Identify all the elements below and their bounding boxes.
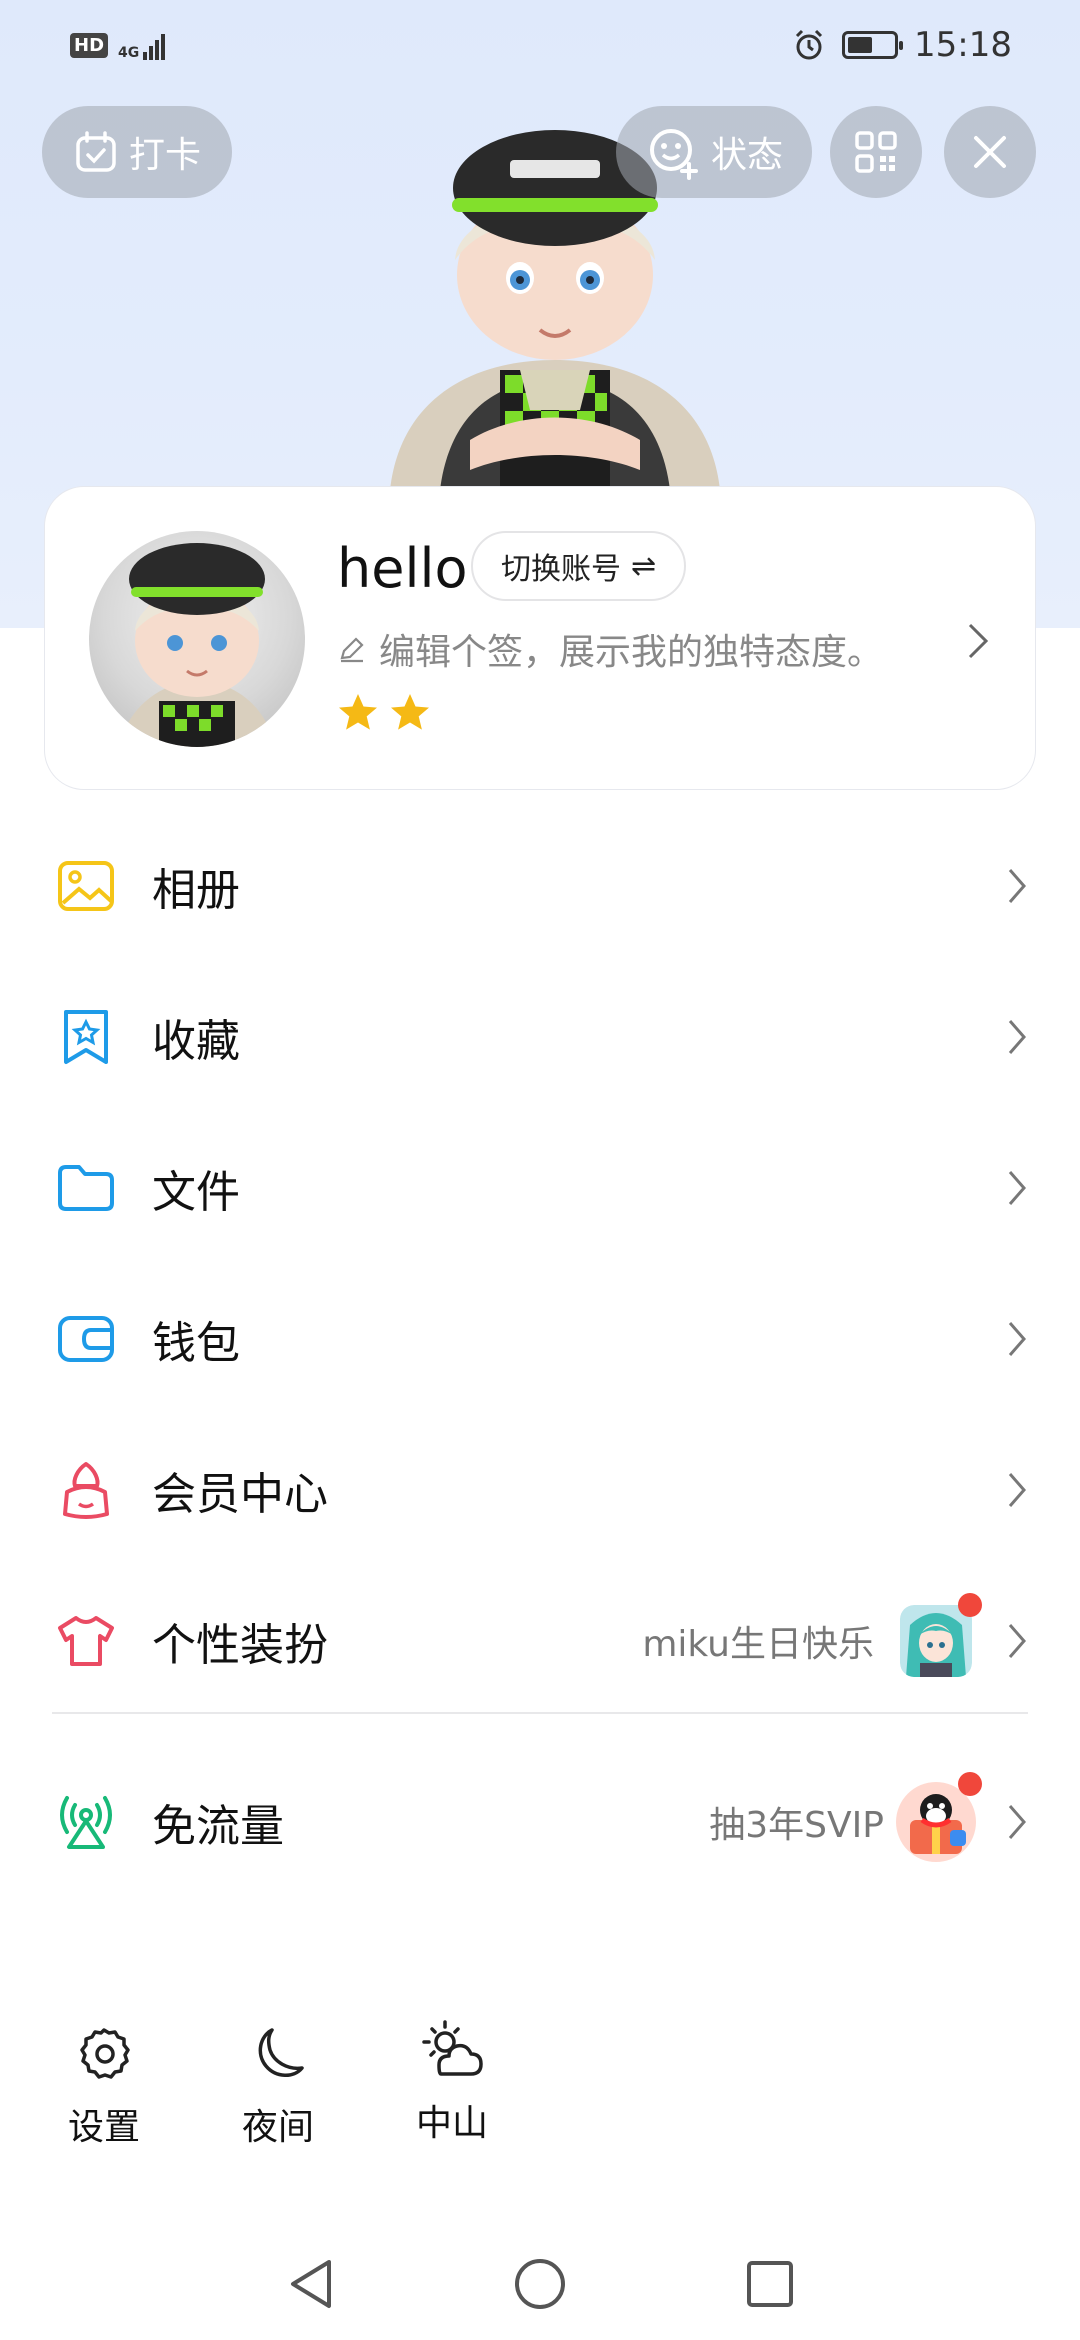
favorites-icon xyxy=(56,1007,116,1067)
dressup-icon xyxy=(56,1611,116,1671)
signature-placeholder: 编辑个签，展示我的独特态度。 xyxy=(379,632,884,673)
avatar[interactable] xyxy=(89,531,305,747)
notification-dot xyxy=(958,1592,982,1617)
menu-item-wallet[interactable]: 钱包 xyxy=(0,1263,1080,1414)
menu-label: 相册 xyxy=(152,864,240,916)
chevron-right-icon xyxy=(1008,1170,1026,1205)
home-circle-icon xyxy=(515,2259,565,2309)
switch-account-button[interactable]: 切换账号 ⇌ xyxy=(471,531,687,601)
alarm-icon xyxy=(795,29,823,60)
partly-cloudy-icon xyxy=(422,2020,483,2076)
recents-square-icon xyxy=(747,2261,793,2307)
system-navigation-bar xyxy=(0,2234,1080,2334)
switch-icon: ⇌ xyxy=(631,548,657,584)
signature-edit[interactable]: 编辑个签，展示我的独特态度。 xyxy=(337,623,883,675)
weather-location-label: 中山 xyxy=(415,2103,488,2144)
menu-label: 免流量 xyxy=(152,1800,284,1852)
profile-card[interactable]: hello 切换账号 ⇌ 编辑个签，展示我的独特态度。 xyxy=(44,486,1036,790)
qr-code-button[interactable] xyxy=(830,106,922,198)
chevron-right-icon xyxy=(1008,1472,1026,1507)
chevron-right-icon xyxy=(1008,868,1026,903)
menu-item-vip-center[interactable]: 会员中心 xyxy=(0,1414,1080,1565)
menu-item-free-data[interactable]: 免流量 抽3年SVIP xyxy=(0,1746,1080,1897)
notification-dot xyxy=(958,1771,982,1796)
network-type: 4G xyxy=(118,45,140,61)
vip-icon xyxy=(56,1460,116,1520)
checkin-button[interactable]: 打卡 xyxy=(42,106,232,198)
back-triangle-icon xyxy=(291,2260,331,2308)
recents-button[interactable] xyxy=(730,2244,810,2324)
status-button[interactable]: 状态 xyxy=(616,106,812,198)
dressup-thumbnail xyxy=(900,1592,982,1677)
chevron-right-icon xyxy=(1008,1804,1026,1839)
username: hello xyxy=(337,537,468,600)
settings-shortcut[interactable]: 设置 xyxy=(44,2024,164,2150)
star-icon xyxy=(391,694,429,730)
chevron-right-icon xyxy=(1008,1623,1026,1658)
switch-account-label: 切换账号 xyxy=(501,552,621,587)
menu-label: 钱包 xyxy=(152,1317,240,1369)
chevron-right-icon xyxy=(1008,1321,1026,1356)
weather-shortcut[interactable]: 中山 xyxy=(392,2018,512,2146)
menu-item-album[interactable]: 相册 xyxy=(0,810,1080,961)
album-icon xyxy=(56,856,116,916)
free-data-promo-text: 抽3年SVIP xyxy=(709,1804,884,1846)
wallet-icon xyxy=(56,1309,116,1369)
settings-label: 设置 xyxy=(67,2107,140,2148)
status-label: 状态 xyxy=(710,135,783,176)
qr-code-icon xyxy=(855,131,897,173)
pencil-icon xyxy=(340,637,364,663)
close-button[interactable] xyxy=(944,106,1036,198)
menu-label: 个性装扮 xyxy=(152,1619,328,1671)
menu-item-files[interactable]: 文件 xyxy=(0,1112,1080,1263)
signal-icon: 4G xyxy=(118,30,166,61)
status-face-icon xyxy=(649,129,698,180)
calendar-check-icon xyxy=(76,131,116,172)
menu-item-favorites[interactable]: 收藏 xyxy=(0,961,1080,1112)
moon-icon xyxy=(258,2028,304,2077)
free-data-icon xyxy=(56,1792,116,1852)
menu-label: 会员中心 xyxy=(152,1468,328,1520)
chevron-right-icon xyxy=(1008,1019,1026,1054)
menu-item-dressup[interactable]: 个性装扮 miku生日快乐 xyxy=(0,1565,1080,1716)
menu-label: 收藏 xyxy=(152,1015,240,1067)
menu-label: 文件 xyxy=(152,1166,240,1218)
menu-list: 相册 收藏 文件 钱包 会员中心 个性装扮 miku生日快乐 免流量 抽3年SV… xyxy=(0,810,1080,1897)
dressup-promo-text: miku生日快乐 xyxy=(642,1623,874,1665)
menu-spacer xyxy=(0,1716,1080,1746)
status-right: 15:18 xyxy=(792,25,1012,65)
night-label: 夜间 xyxy=(241,2107,314,2148)
checkin-label: 打卡 xyxy=(128,135,201,176)
star-icon xyxy=(339,694,377,730)
clock: 15:18 xyxy=(914,25,1012,65)
status-bar: HD 4G 15:18 xyxy=(0,0,1080,90)
divider xyxy=(52,1712,1028,1714)
hd-badge: HD xyxy=(70,32,109,58)
folder-icon xyxy=(56,1158,116,1218)
battery-icon xyxy=(842,31,904,59)
avatar-image xyxy=(119,543,275,747)
free-data-gift-thumbnail xyxy=(894,1771,982,1864)
status-left: HD 4G xyxy=(70,30,166,61)
home-button[interactable] xyxy=(500,2244,580,2324)
chevron-right-icon xyxy=(968,623,989,659)
night-mode-shortcut[interactable]: 夜间 xyxy=(218,2024,338,2150)
level-stars xyxy=(337,691,431,733)
back-button[interactable] xyxy=(270,2244,350,2324)
close-icon xyxy=(974,136,1006,168)
gear-icon xyxy=(80,2028,130,2079)
